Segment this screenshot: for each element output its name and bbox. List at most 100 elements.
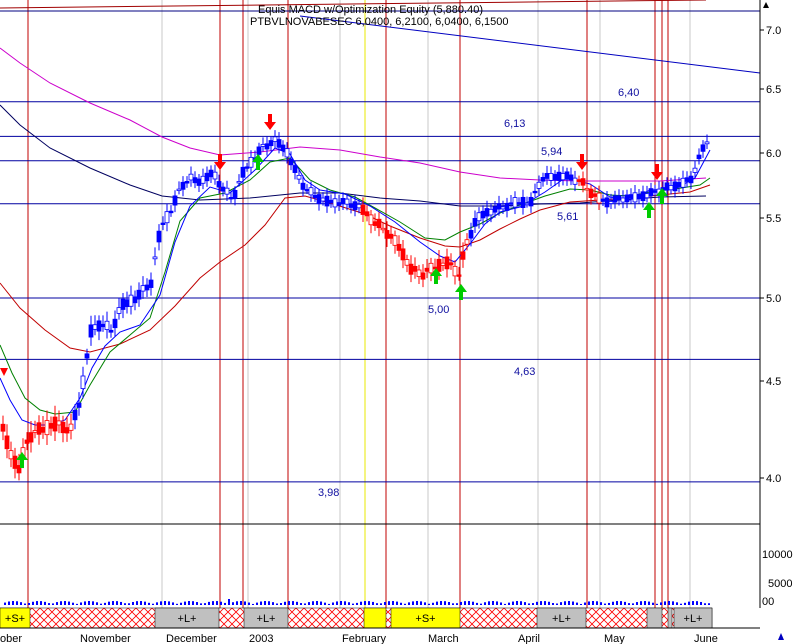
candle-body — [632, 192, 638, 203]
candle-body — [304, 189, 310, 192]
candle-body — [684, 177, 690, 182]
volume-bar — [312, 601, 314, 605]
signal-band-label: +S+ — [415, 613, 435, 625]
candle-body — [148, 279, 154, 288]
volume-bar — [348, 602, 350, 605]
volume-bar — [472, 601, 474, 605]
volume-bar — [604, 603, 606, 605]
candle-body — [76, 402, 82, 408]
candle-body — [464, 239, 470, 245]
candle-body — [356, 203, 362, 209]
candle-body — [676, 182, 682, 188]
signal-band-track — [0, 607, 713, 629]
candle-body — [164, 211, 170, 224]
candle-body — [440, 262, 446, 266]
volume-bar — [196, 602, 198, 605]
volume-bar — [504, 603, 506, 605]
candle-body — [624, 194, 630, 203]
y-tick-label: 5.5 — [766, 213, 781, 225]
volume-bar — [360, 601, 362, 605]
volume-bar — [552, 603, 554, 605]
volume-bar — [292, 601, 294, 605]
month-label: May — [604, 633, 625, 644]
volume-bar — [128, 603, 130, 605]
candle-body — [472, 218, 478, 227]
volume-bar — [648, 601, 650, 605]
volume-bar — [44, 601, 46, 605]
candle-body — [500, 206, 506, 210]
candle-body — [468, 230, 474, 239]
signal-band-segment — [363, 607, 387, 629]
candle-body — [560, 173, 566, 181]
candle-body — [428, 262, 434, 274]
candle-body — [668, 185, 674, 191]
candle-body — [316, 194, 322, 205]
volume-bar — [512, 601, 514, 605]
volume-bar — [164, 601, 166, 605]
volume-bar — [592, 601, 594, 605]
candle-body — [4, 435, 10, 450]
candle-body — [144, 284, 150, 291]
volume-bar — [124, 603, 126, 605]
volume-bar — [76, 603, 78, 605]
volume-bar — [24, 603, 26, 605]
candle-body — [496, 203, 502, 210]
volume-bar — [680, 603, 682, 605]
candle-body — [368, 214, 374, 226]
volume-bar — [684, 602, 686, 605]
volume-bar — [492, 601, 494, 605]
candle-body — [256, 146, 262, 155]
candle-body — [392, 235, 398, 246]
volume-bar — [288, 601, 290, 605]
volume-bar — [364, 601, 366, 605]
signal-band-label: +L+ — [684, 613, 703, 625]
candle-body — [80, 375, 86, 390]
volume-bar — [452, 603, 454, 605]
level-label: 3,98 — [318, 487, 339, 499]
candle-body — [460, 251, 466, 260]
volume-bar — [692, 601, 694, 605]
volume-bar — [608, 602, 610, 605]
candle-body — [276, 139, 282, 148]
candle-body — [100, 323, 106, 328]
volume-bar — [180, 602, 182, 605]
volume-bar — [64, 601, 66, 605]
volume-bar — [480, 603, 482, 605]
volume-bar — [296, 601, 298, 605]
volume-bar — [640, 601, 642, 605]
y-tick-label: 4.0 — [766, 473, 781, 485]
candle-body — [48, 423, 54, 429]
volume-bar — [236, 601, 238, 605]
volume-bar — [52, 603, 54, 605]
volume-bar — [500, 602, 502, 605]
candle-body — [336, 202, 342, 206]
volume-bar — [372, 601, 374, 605]
volume-bar — [536, 601, 538, 605]
volume-bar — [428, 603, 430, 605]
volume-bar — [212, 601, 214, 605]
month-label: April — [518, 633, 540, 644]
volume-bar — [320, 601, 322, 605]
volume-bar — [160, 601, 162, 605]
volume-bar — [540, 601, 542, 605]
volume-bar — [252, 603, 254, 605]
volume-bar — [56, 602, 58, 605]
candle-body — [592, 193, 598, 197]
volume-bar — [232, 602, 234, 605]
candle-body — [568, 174, 574, 181]
candle-body — [64, 427, 70, 434]
candle-body — [680, 177, 686, 188]
month-label: December — [166, 633, 217, 644]
volume-bar — [264, 601, 266, 605]
signal-band: +S+ +L+ +L+ +S+ +L+ +L+ — [0, 607, 713, 629]
volume-bar — [408, 602, 410, 605]
volume-bar — [528, 603, 530, 605]
candle-body — [584, 187, 590, 191]
candle-body — [436, 258, 442, 272]
volume-bar — [276, 603, 278, 605]
volume-bar — [280, 603, 282, 605]
volume-bar — [616, 601, 618, 605]
candle-body — [212, 171, 218, 180]
volume-bar — [28, 602, 30, 605]
candle-body — [532, 190, 538, 194]
